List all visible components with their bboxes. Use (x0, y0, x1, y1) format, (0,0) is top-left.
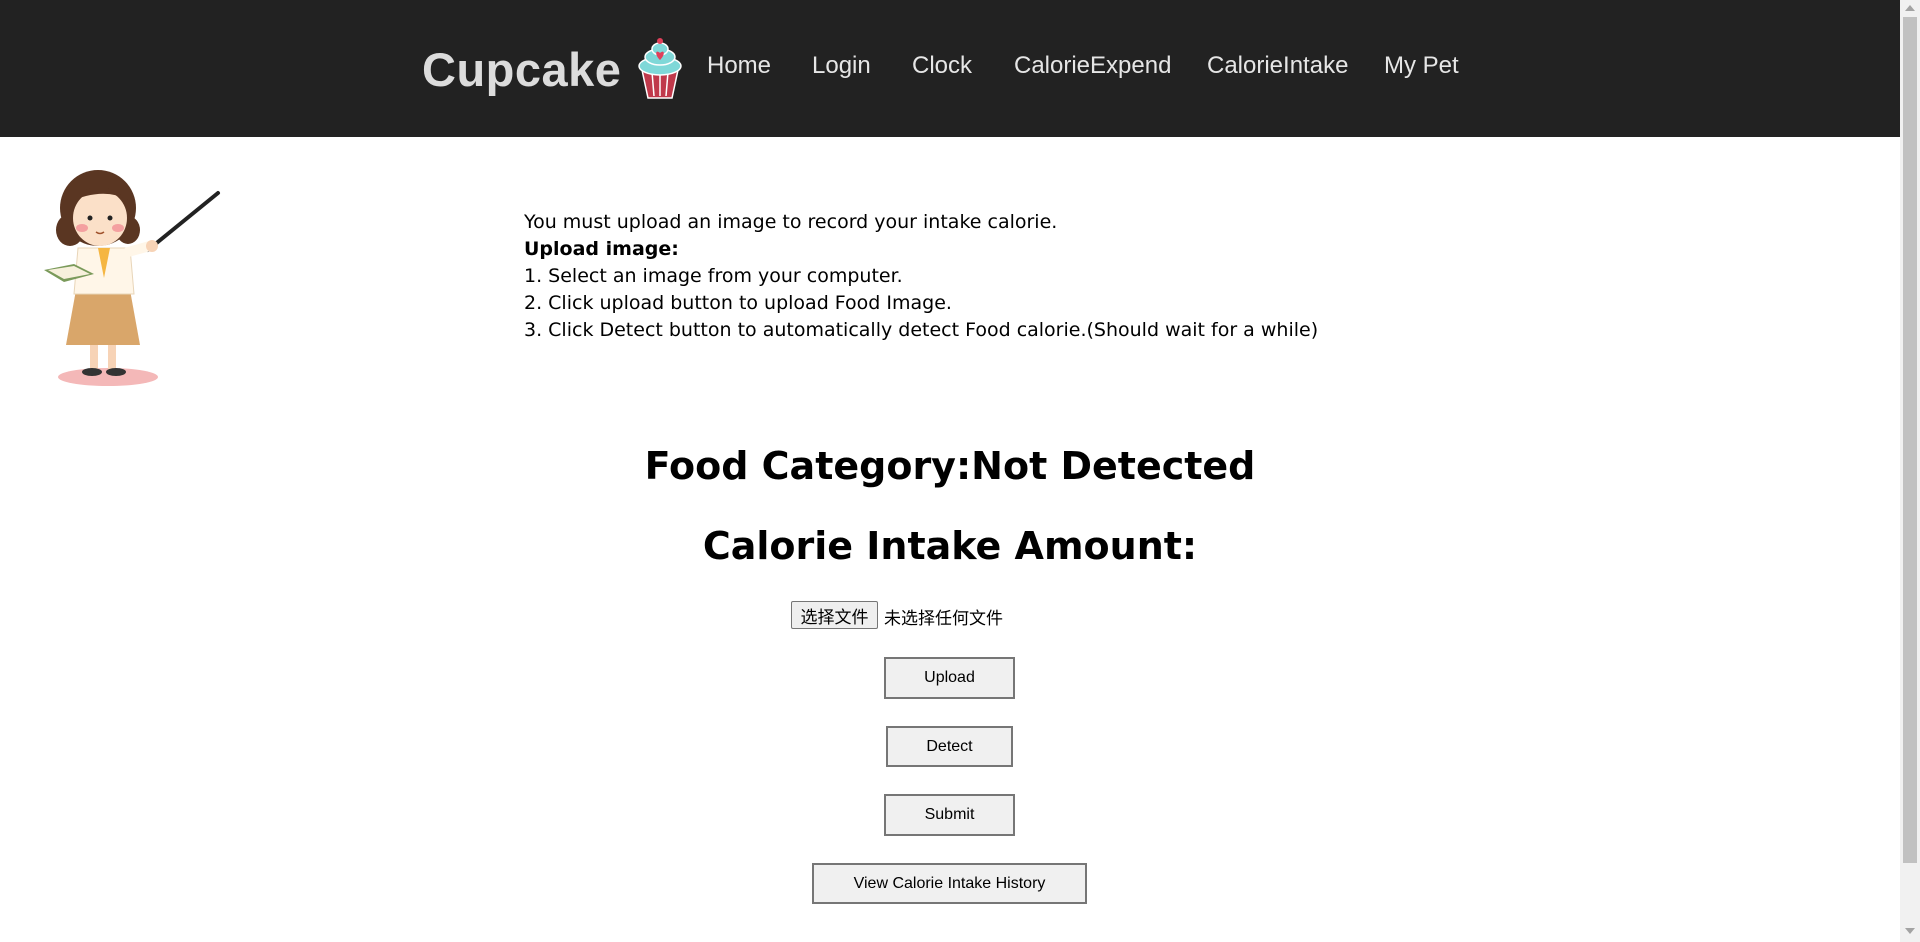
scroll-thumb[interactable] (1903, 17, 1917, 863)
nav-clock[interactable]: Clock (912, 52, 972, 80)
calorie-intake-amount-heading: Calorie Intake Amount: (702, 524, 1198, 568)
nav-calorie-expend[interactable]: CalorieExpend (1014, 52, 1171, 80)
nav-login[interactable]: Login (812, 52, 871, 80)
upload-button[interactable]: Upload (884, 657, 1015, 699)
file-status-text: 未选择任何文件 (884, 609, 1003, 629)
instructions-step-1: 1. Select an image from your computer. (524, 265, 903, 287)
nav-home[interactable]: Home (707, 52, 771, 80)
view-history-button[interactable]: View Calorie Intake History (812, 863, 1087, 904)
teacher-illustration-icon (44, 170, 220, 386)
food-category-heading: Food Category:Not Detected (644, 444, 1256, 488)
submit-button[interactable]: Submit (884, 794, 1015, 836)
scroll-down-arrow-icon[interactable] (1905, 928, 1915, 934)
detect-button[interactable]: Detect (886, 726, 1013, 767)
instructions: You must upload an image to record your … (524, 209, 1318, 344)
instructions-intro: You must upload an image to record your … (524, 211, 1058, 233)
instructions-step-3: 3. Click Detect button to automatically … (524, 319, 1319, 341)
vertical-scrollbar[interactable] (1900, 0, 1920, 942)
nav-calorie-intake[interactable]: CalorieIntake (1207, 52, 1348, 80)
navbar: Cupcake Home Login Clock CalorieExpend C… (0, 0, 1900, 137)
scroll-up-arrow-icon[interactable] (1905, 5, 1915, 11)
instructions-step-2: 2. Click upload button to upload Food Im… (524, 292, 952, 314)
brand-title[interactable]: Cupcake (422, 42, 621, 97)
cupcake-icon (638, 38, 682, 99)
instructions-title: Upload image: (524, 238, 679, 260)
nav-my-pet[interactable]: My Pet (1384, 52, 1459, 80)
choose-file-button[interactable]: 选择文件 (791, 601, 878, 629)
